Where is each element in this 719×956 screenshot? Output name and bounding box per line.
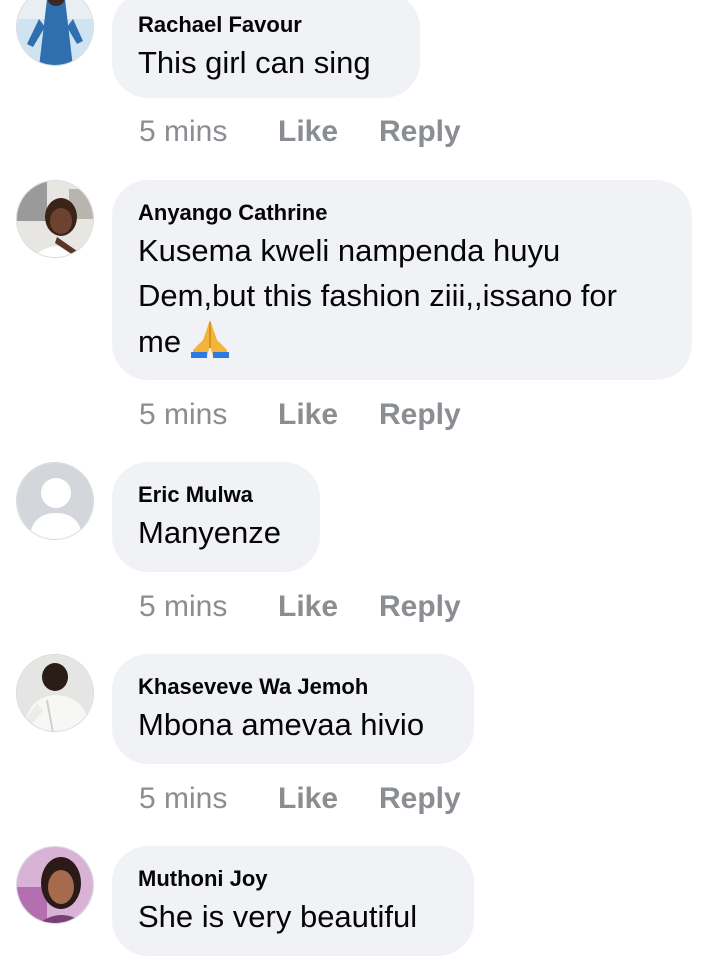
comment-text: This girl can sing <box>138 45 371 80</box>
comment-bubble: Anyango Cathrine Kusema kweli nampenda h… <box>112 180 692 380</box>
comment-bubble: Khaseveve Wa Jemoh Mbona amevaa hivio <box>112 654 474 764</box>
comment-text-line: Kusema kweli nampenda huyu <box>138 233 561 268</box>
comment-author[interactable]: Anyango Cathrine <box>138 200 666 226</box>
comment-timestamp[interactable]: 5 mins <box>139 395 227 435</box>
comment-author[interactable]: Muthoni Joy <box>138 866 448 892</box>
comment-text-line: Dem,but this fashion ziii,,issano for <box>138 278 617 313</box>
comment-bubble: Eric Mulwa Manyenze <box>112 462 320 572</box>
comment-timestamp[interactable]: 5 mins <box>139 779 227 819</box>
comment-author[interactable]: Rachael Favour <box>138 12 394 38</box>
comment-text: Mbona amevaa hivio <box>138 707 425 742</box>
avatar[interactable] <box>16 654 94 732</box>
avatar[interactable] <box>16 846 94 924</box>
comment-bubble: Muthoni Joy She is very beautiful <box>112 846 474 956</box>
avatar[interactable] <box>16 180 94 258</box>
reply-button[interactable]: Reply <box>379 779 461 819</box>
comment-text: She is very beautiful <box>138 899 418 934</box>
comment-text-line: me <box>138 318 666 370</box>
like-button[interactable]: Like <box>278 112 338 152</box>
comment-bubble: Rachael Favour This girl can sing <box>112 0 420 98</box>
folded-hands-icon <box>189 318 231 370</box>
comment-text-word: me <box>138 324 182 359</box>
like-button[interactable]: Like <box>278 395 338 435</box>
reply-button[interactable]: Reply <box>379 395 461 435</box>
avatar[interactable] <box>16 462 94 540</box>
reply-button[interactable]: Reply <box>379 587 461 627</box>
like-button[interactable]: Like <box>278 779 338 819</box>
reply-button[interactable]: Reply <box>379 112 461 152</box>
comment-timestamp[interactable]: 5 mins <box>139 112 227 152</box>
like-button[interactable]: Like <box>278 587 338 627</box>
comment-text: Manyenze <box>138 515 282 550</box>
comment-author[interactable]: Eric Mulwa <box>138 482 294 508</box>
comment-author[interactable]: Khaseveve Wa Jemoh <box>138 674 448 700</box>
comment-timestamp[interactable]: 5 mins <box>139 587 227 627</box>
avatar[interactable] <box>16 0 94 66</box>
